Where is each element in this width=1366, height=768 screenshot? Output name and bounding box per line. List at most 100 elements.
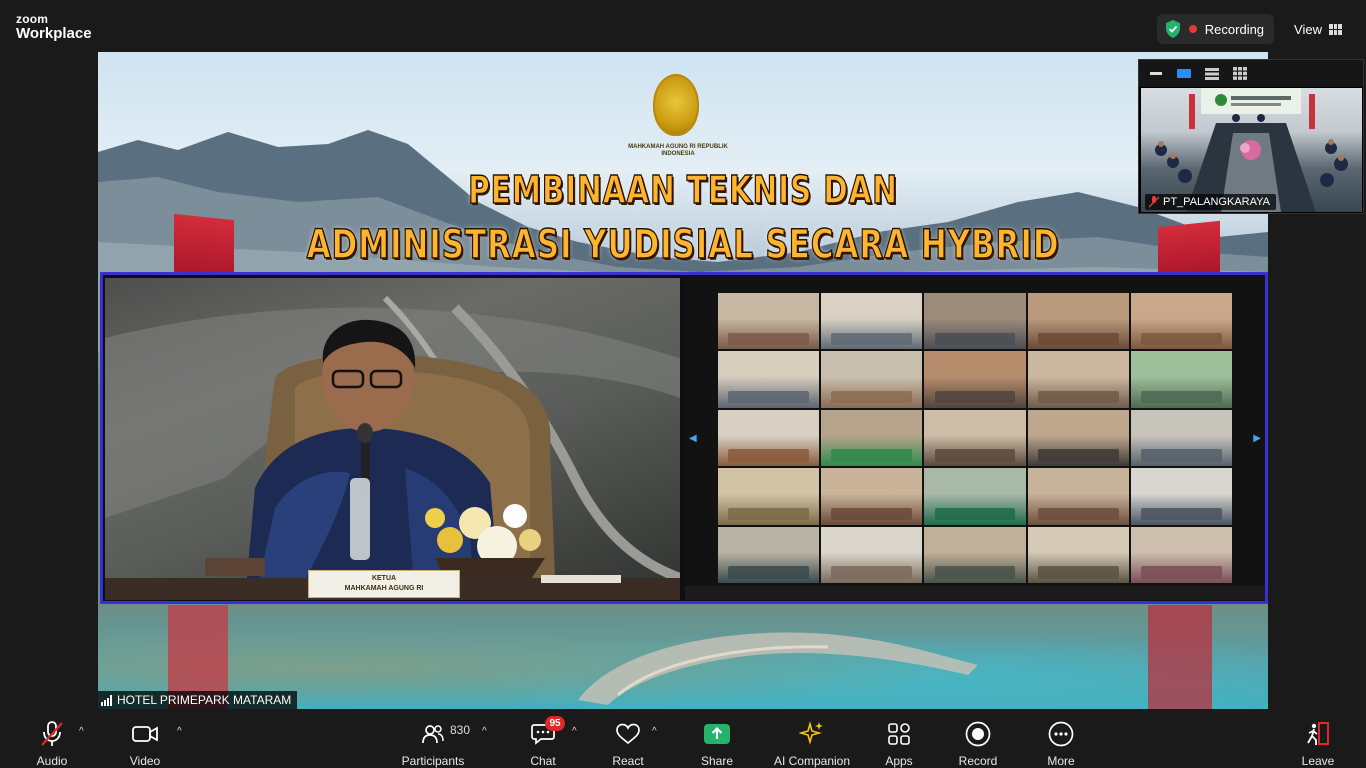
participant-tile-table [1037,390,1119,404]
participant-tile [718,409,820,467]
recording-indicator[interactable]: Recording [1156,14,1275,44]
audio-button[interactable]: Audio [30,710,74,768]
gallery-view-icon[interactable] [1231,67,1249,81]
ai-companion-button[interactable]: AI Companion [772,710,852,768]
participants-label: Participants [401,754,465,768]
top-bar: zoom Workplace Recording View [0,0,1366,52]
speaker-video: KETUA MAHKAMAH AGUNG RI [105,278,680,600]
participant-tile [1130,409,1232,467]
video-options-caret-icon[interactable]: ^ [177,726,182,737]
meeting-toolbar: Audio ^ Video ^ 830 Participants ^ 95 Ch… [0,710,1366,768]
participants-button[interactable]: 830 Participants [400,710,470,768]
participant-tile [924,293,1026,350]
react-options-caret-icon[interactable]: ^ [652,726,657,737]
participant-tile-table [934,566,1016,579]
participant-tile-table [831,390,913,404]
participant-tile [821,468,923,525]
react-button[interactable]: React [608,710,648,768]
active-speaker-name: HOTEL PRIMEPARK MATARAM [117,693,292,707]
participant-tile-table [831,332,913,345]
participant-tile-table [1037,332,1119,345]
brand-workplace: Workplace [16,25,92,42]
record-button[interactable]: Record [956,710,1000,768]
record-label: Record [958,754,998,768]
speaker-scene [105,295,680,600]
strip-view-icon[interactable] [1203,67,1221,81]
participant-tile [1027,293,1129,350]
participant-tile-table [934,332,1016,345]
audio-options-caret-icon[interactable]: ^ [79,726,84,737]
speaker-nameplate: KETUA MAHKAMAH AGUNG RI [308,570,460,598]
muted-mic-icon [1149,196,1159,208]
view-button[interactable]: View [1284,14,1352,44]
banner-flag-left [174,213,234,281]
participants-options-caret-icon[interactable]: ^ [482,726,487,737]
mic-muted-icon [40,718,64,750]
participant-tile-table [1140,449,1222,462]
apps-icon [887,718,911,750]
video-button[interactable]: Video [124,710,166,768]
participants-count: 830 [450,723,471,737]
shared-video-stage: MAHKAMAH AGUNG RI REPUBLIK INDONESIA PEM… [98,52,1268,709]
record-dot-icon [1188,25,1197,33]
speaker-view-icon[interactable] [1175,67,1193,81]
react-label: React [612,754,644,768]
chat-options-caret-icon[interactable]: ^ [572,726,577,737]
participant-tile-table [1037,566,1119,579]
recording-label: Recording [1204,21,1265,37]
minimize-icon[interactable] [1147,67,1165,81]
leave-button[interactable]: Leave [1300,710,1336,768]
more-label: More [1047,754,1075,768]
participant-tile-table [1037,449,1119,462]
heart-icon [616,718,640,750]
chat-button[interactable]: 95 Chat [526,710,565,768]
participant-tile [1130,351,1232,408]
video-camera-icon [132,718,158,750]
participant-tile-table [1140,332,1222,345]
more-button[interactable]: More [1043,710,1079,768]
participant-tile-table [934,507,1016,521]
self-view-name: PT_PALANGKARAYA [1163,196,1270,208]
self-view-controls [1139,60,1363,87]
headline-line-2: ADMINISTRASI YUDISIAL SECARA HYBRID [306,221,1060,269]
ai-sparkle-icon [799,718,825,750]
participant-tile [1027,468,1129,525]
share-label: Share [700,754,734,768]
participant-tile [924,351,1026,408]
participant-tile [718,351,820,408]
gallery-prev-arrow-icon: ◀ [689,433,697,444]
audio-label: Audio [36,754,68,768]
self-view-window[interactable]: PT_PALANGKARAYA [1138,59,1364,214]
participant-tile-table [831,449,913,462]
participant-tile [718,293,820,350]
brand-zoom: zoom [16,12,49,26]
self-view-video: PT_PALANGKARAYA [1141,88,1362,212]
headline-line-1: PEMBINAAN TEKNIS DAN [468,167,898,213]
nameplate-line-1: KETUA [371,575,397,582]
participants-icon: 830 [400,718,470,750]
chat-unread-badge: 95 [545,716,565,731]
apps-label: Apps [885,754,913,768]
participant-tile-table [1037,507,1119,521]
participant-tile [1130,293,1232,350]
ai-companion-label: AI Companion [773,754,851,768]
banner-flag-right [1158,220,1220,280]
record-icon [965,718,991,750]
participant-tile [718,468,820,525]
participant-tile [821,409,923,467]
apps-button[interactable]: Apps [882,710,916,768]
video-label: Video [129,754,161,768]
participant-tile [821,293,923,350]
view-label: View [1294,21,1322,37]
participant-tile-table [934,449,1016,462]
logo-caption: MAHKAMAH AGUNG RI REPUBLIK INDONESIA [628,144,728,158]
gallery-toolbar [685,586,1265,600]
top-right-controls: Recording View [1156,14,1352,44]
share-button[interactable]: Share [698,710,736,768]
participant-tile [718,526,820,583]
participant-tile-table [728,332,810,345]
participant-tile-table [728,449,810,462]
more-options-icon [1048,718,1074,750]
participant-tile [924,409,1026,467]
participant-tile [1027,409,1129,467]
